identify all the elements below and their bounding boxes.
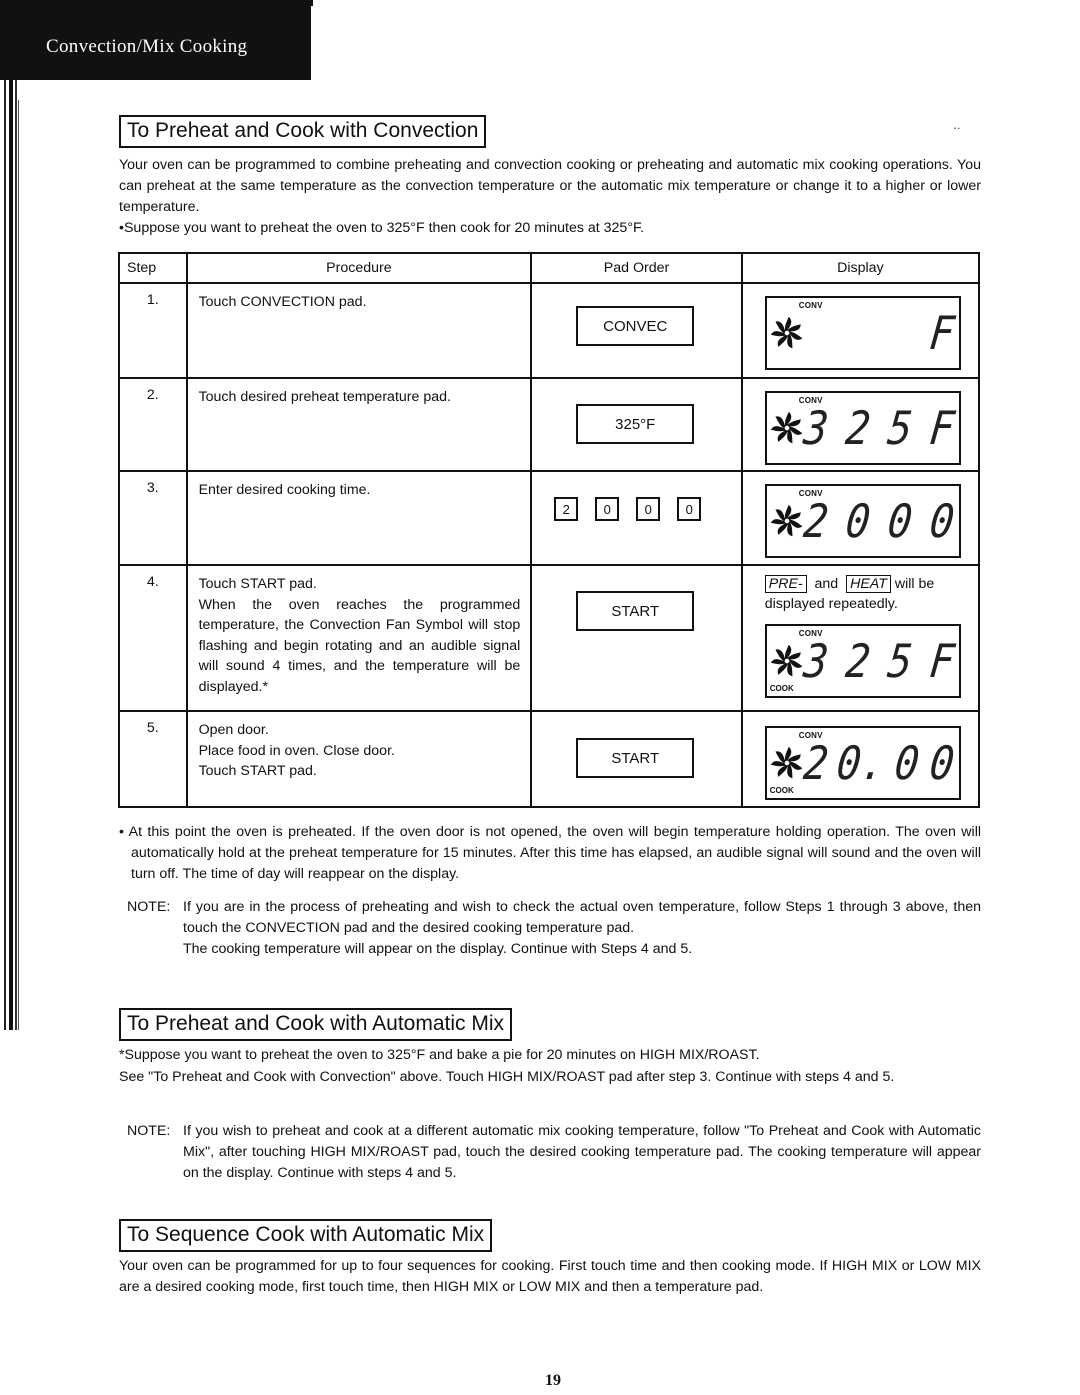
section3-text: Your oven can be programmed for up to fo… — [119, 1258, 981, 1295]
convection-fan-icon — [770, 746, 803, 779]
step-number: 4. — [146, 574, 159, 590]
start-pad[interactable]: START — [576, 738, 695, 778]
section-heading-preheat-convection: To Preheat and Cook with Convection — [119, 115, 487, 148]
step-number: 2. — [146, 387, 159, 403]
number-key-0[interactable]: 0 — [595, 497, 620, 521]
table-row: 3. Enter desired cooking time. 2 0 0 0 C… — [118, 470, 981, 566]
lcd-digits: 325F — [800, 635, 957, 689]
step-number: 5. — [146, 720, 159, 736]
header-procedure: Procedure — [185, 252, 533, 284]
procedure-text: Touch START pad. When the oven reaches t… — [198, 576, 521, 695]
section-heading-preheat-automix: To Preheat and Cook with Automatic Mix — [119, 1008, 513, 1041]
procedure-text: Touch desired preheat temperature pad. — [198, 389, 451, 405]
cook-indicator: COOK — [769, 684, 794, 693]
convection-fan-icon — [770, 504, 803, 537]
lcd-digits: 2 0. 0 0 — [800, 737, 957, 791]
procedure-text: Open door. Place food in oven. Close doo… — [198, 722, 395, 779]
lcd-digits: 325F — [800, 402, 957, 456]
header-display: Display — [740, 252, 981, 284]
section2-note: NOTE: If you wish to preheat and cook at… — [127, 1123, 981, 1181]
number-key-0[interactable]: 0 — [636, 497, 661, 521]
preheat-note: PRE- and HEAT will be displayed repeated… — [764, 575, 935, 612]
section1-note: NOTE: If you are in the process of prehe… — [127, 899, 981, 957]
number-key-0[interactable]: 0 — [677, 497, 702, 521]
chapter-title: Convection/Mix Cooking — [46, 36, 248, 57]
binding-edge — [0, 0, 22, 1030]
note-label: NOTE: — [127, 899, 171, 915]
header-step: Step — [118, 252, 188, 284]
table-row: 2. Touch desired preheat temperature pad… — [118, 377, 981, 472]
lcd-display: CONV 2 0. 0 0 COOK — [764, 726, 961, 800]
steps-table: Step Procedure Pad Order Display 1. Touc… — [118, 252, 981, 808]
convection-fan-icon — [770, 644, 803, 677]
table-row: 5. Open door. Place food in oven. Close … — [118, 710, 981, 808]
step-number: 1. — [146, 292, 159, 308]
lcd-digits: F — [926, 307, 957, 361]
section2-example: *Suppose you want to preheat the oven to… — [119, 1047, 760, 1063]
lcd-display: CONV F — [764, 296, 961, 370]
section1-intro: Your oven can be programmed to combine p… — [119, 157, 981, 215]
table-row: 1. Touch CONVECTION pad. CONVEC CONV F — [118, 282, 981, 379]
lcd-display: CONV 2000 — [764, 484, 961, 558]
convec-pad[interactable]: CONVEC — [576, 306, 695, 346]
page-number: 19 — [545, 1372, 561, 1389]
lcd-digits: 2000 — [800, 495, 957, 549]
lcd-display: CONV 325F — [764, 391, 961, 465]
pre-indicator: PRE- — [764, 575, 807, 593]
procedure-text: Enter desired cooking time. — [198, 482, 371, 498]
note-label: NOTE: — [127, 1123, 171, 1139]
step-number: 3. — [146, 480, 159, 496]
section-heading-sequence-automix: To Sequence Cook with Automatic Mix — [119, 1219, 493, 1252]
chapter-header-tab: Convection/Mix Cooking — [0, 0, 313, 80]
temperature-325-pad[interactable]: 325°F — [576, 404, 695, 444]
section1-example: •Suppose you want to preheat the oven to… — [119, 220, 645, 236]
table-row: 4. Touch START pad. When the oven reache… — [118, 564, 981, 712]
preheat-bullet-note: • At this point the oven is preheated. I… — [119, 824, 981, 882]
header-pad-order: Pad Order — [530, 252, 743, 284]
number-key-2[interactable]: 2 — [554, 497, 579, 521]
start-pad[interactable]: START — [576, 591, 695, 631]
number-keys: 2 0 0 0 — [554, 497, 702, 521]
procedure-text: Touch CONVECTION pad. — [198, 294, 367, 310]
convection-fan-icon — [770, 316, 803, 349]
table-header-row: Step Procedure Pad Order Display — [118, 252, 981, 284]
convection-fan-icon — [770, 411, 803, 444]
heat-indicator: HEAT — [846, 575, 891, 593]
cook-indicator: COOK — [769, 786, 794, 795]
lcd-display: CONV 325F COOK — [764, 624, 961, 698]
section2-text: See "To Preheat and Cook with Convection… — [119, 1069, 895, 1085]
scan-speck: ․. — [953, 118, 961, 132]
